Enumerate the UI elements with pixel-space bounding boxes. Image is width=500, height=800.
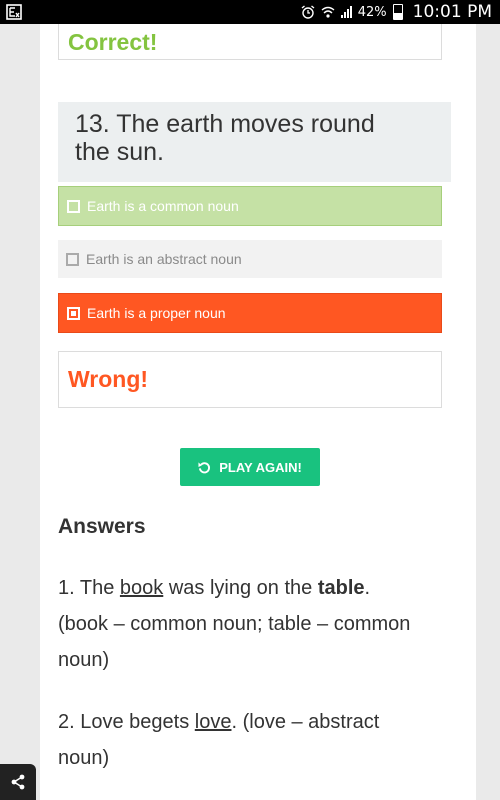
answer-1-bold-word: table (317, 577, 365, 599)
wrong-text: Wrong! (68, 366, 149, 392)
replay-icon (198, 461, 211, 473)
alarm-icon (301, 5, 315, 19)
result-box: Wrong! (58, 351, 442, 408)
answer-item-1: 1. The book was lying on the table. (boo… (58, 570, 448, 678)
answer-1-line-2: (book – common noun; table – common (58, 613, 411, 635)
share-icon (11, 774, 25, 790)
option-label: Earth is an abstract noun (86, 251, 242, 267)
answer-item-2: 2. Love begets love. (love – abstract no… (58, 704, 448, 776)
answer-2-text-a: 2. Love begets (58, 711, 195, 733)
signal-icon (340, 6, 352, 18)
previous-result-box: Correct! (58, 24, 442, 60)
quiz-content: Correct! 13. The earth moves round the s… (40, 24, 476, 800)
answer-1-text-b: was lying on the (163, 577, 318, 599)
question-box: 13. The earth moves round the sun. (58, 102, 451, 182)
answer-2-line-2: noun) (58, 747, 110, 769)
answer-1-line-3: noun) (58, 649, 110, 671)
status-bar: 42% 10:01 PM (0, 0, 500, 24)
wifi-icon (321, 6, 335, 18)
option-abstract-noun[interactable]: Earth is an abstract noun (58, 240, 442, 278)
option-common-noun[interactable]: Earth is a common noun (58, 186, 442, 226)
notification-app-icon (6, 4, 22, 20)
battery-icon (392, 4, 403, 20)
answer-2-text-b: . (love – abstract (231, 711, 380, 733)
answers-heading: Answers (58, 515, 146, 538)
option-proper-noun[interactable]: Earth is a proper noun (58, 293, 442, 333)
answer-2-line-1: 2. Love begets love. (love – abstract (58, 704, 448, 740)
correct-text: Correct! (68, 29, 158, 55)
checkbox-icon (67, 199, 80, 213)
answer-1-line-1: 1. The book was lying on the table. (58, 570, 448, 606)
option-label: Earth is a proper noun (87, 305, 226, 321)
battery-percent: 42% (357, 4, 387, 20)
play-again-button[interactable]: PLAY AGAIN! (180, 448, 320, 486)
share-button[interactable] (0, 764, 36, 800)
checkbox-checked-icon (67, 306, 80, 320)
clock: 10:01 PM (412, 2, 492, 22)
question-line-1: 13. The earth moves round (75, 110, 375, 138)
answer-2-underlined-word: love (194, 711, 232, 733)
question-line-2: the sun. (75, 138, 164, 166)
checkbox-icon (66, 252, 79, 266)
answer-1-underlined-word: book (119, 577, 164, 599)
option-label: Earth is a common noun (87, 198, 239, 214)
play-again-label: PLAY AGAIN! (219, 459, 302, 475)
answer-1-text-c: . (364, 577, 371, 599)
answer-1-text-a: 1. The (58, 577, 120, 599)
